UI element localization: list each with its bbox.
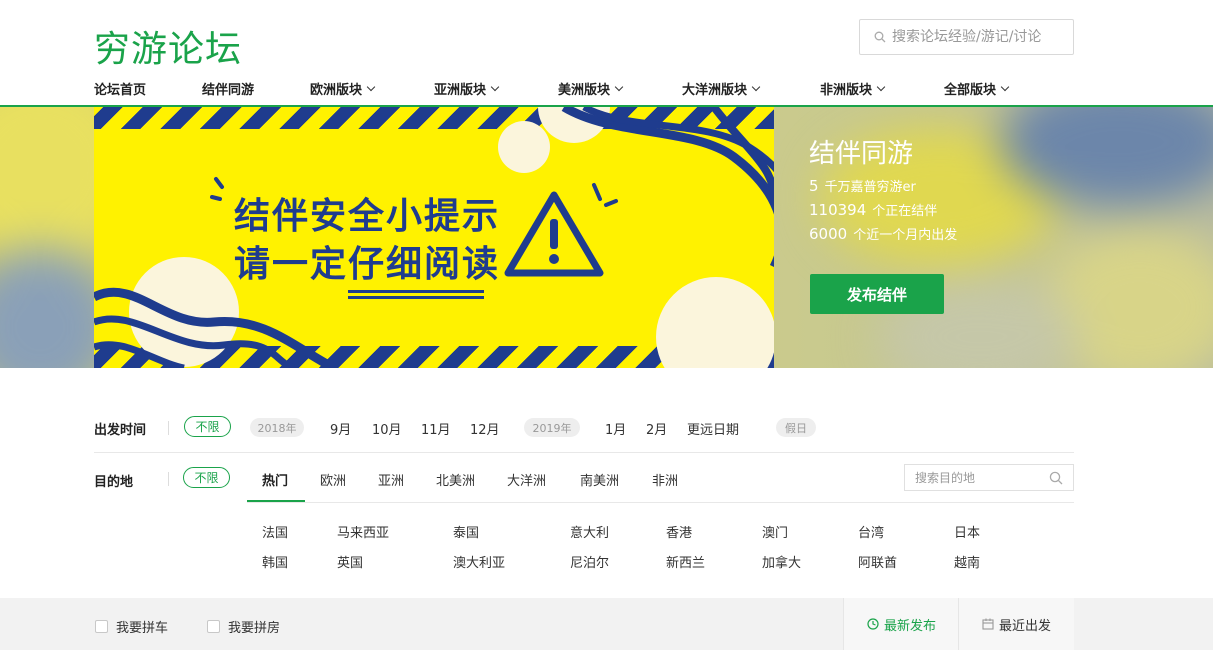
tab-south-america[interactable]: 南美洲: [580, 470, 619, 489]
poster-underline: [348, 296, 484, 299]
checkbox[interactable]: [207, 620, 220, 633]
sort-departure-label: 最近出发: [998, 618, 1051, 634]
stat-departing-month: 6000 个近一个月内出发: [809, 225, 958, 243]
tab-oceania[interactable]: 大洋洲: [507, 470, 546, 489]
search-icon[interactable]: [1049, 471, 1063, 485]
destination-label: 目的地: [94, 475, 134, 490]
forum-search[interactable]: [859, 19, 1074, 55]
carpool-label: 我要拼车: [116, 621, 169, 636]
chevron-down-icon: [1000, 82, 1010, 92]
nav-item-travel-companions[interactable]: 结伴同游: [202, 79, 254, 98]
month-option[interactable]: 9月: [330, 419, 351, 438]
destination-item[interactable]: 越南: [954, 552, 980, 571]
destination-item[interactable]: 澳大利亚: [453, 552, 505, 571]
destination-item[interactable]: 意大利: [570, 522, 609, 541]
banner-title: 结伴同游: [809, 139, 914, 169]
search-icon: [874, 31, 886, 43]
forum-search-input[interactable]: [892, 29, 1072, 45]
month-option[interactable]: 12月: [470, 419, 500, 438]
poster-line-1: 结伴安全小提示: [234, 196, 501, 237]
destination-unlimited-option[interactable]: 不限: [183, 467, 230, 488]
destination-item[interactable]: 新西兰: [666, 552, 705, 571]
divider: [168, 421, 169, 435]
poster-line-2: 请一定仔细阅读: [234, 244, 501, 285]
destination-item[interactable]: 法国: [262, 522, 288, 541]
destination-item[interactable]: 韩国: [262, 552, 288, 571]
destination-item[interactable]: 阿联酋: [858, 552, 897, 571]
chevron-down-icon: [614, 82, 624, 92]
tab-africa[interactable]: 非洲: [652, 470, 678, 489]
destination-search[interactable]: [904, 464, 1074, 491]
nav-item-asia[interactable]: 亚洲版块: [434, 79, 500, 98]
year-2019-tag: 2019年: [524, 418, 580, 437]
sort-departure-button[interactable]: 最近出发: [958, 598, 1074, 650]
publish-companion-button[interactable]: 发布结伴: [810, 274, 944, 314]
nav-item-europe[interactable]: 欧洲版块: [310, 79, 376, 98]
chevron-down-icon: [876, 82, 886, 92]
nav-item-all[interactable]: 全部版块: [944, 79, 1010, 98]
holiday-option[interactable]: 假日: [776, 418, 816, 437]
later-dates-option[interactable]: 更远日期: [687, 419, 739, 438]
destination-item[interactable]: 尼泊尔: [570, 552, 609, 571]
nav-item-africa[interactable]: 非洲版块: [820, 79, 886, 98]
month-option[interactable]: 1月: [605, 419, 626, 438]
stat-active-companions: 110394 个正在结伴: [809, 201, 938, 219]
chevron-down-icon: [366, 82, 376, 92]
tab-asia[interactable]: 亚洲: [378, 470, 404, 489]
carpool-checkbox[interactable]: 我要拼车: [95, 617, 168, 636]
destination-item[interactable]: 马来西亚: [337, 522, 389, 541]
site-logo[interactable]: 穷游论坛: [94, 20, 242, 72]
hero-banner: 结伴安全小提示 请一定仔细阅读 结伴同游 5 千万嘉普穷游er 110394 个正在…: [0, 107, 1213, 368]
divider: [247, 502, 1074, 503]
poster-heading: 结伴安全小提示 请一定仔细阅读: [234, 193, 500, 289]
month-option[interactable]: 11月: [421, 419, 451, 438]
chevron-down-icon: [490, 82, 500, 92]
tab-hot[interactable]: 热门: [262, 470, 288, 489]
safety-tips-poster[interactable]: 结伴安全小提示 请一定仔细阅读: [94, 107, 774, 368]
checkbox[interactable]: [95, 620, 108, 633]
roomshare-label: 我要拼房: [228, 621, 281, 636]
destination-item[interactable]: 泰国: [453, 522, 479, 541]
destination-search-input[interactable]: [915, 470, 1043, 485]
page: 穷游论坛 论坛首页 结伴同游 欧洲版块 亚洲版块 美洲版块 大洋洲版块 非洲版块…: [0, 0, 1213, 650]
tab-europe[interactable]: 欧洲: [320, 470, 346, 489]
calendar-icon: [982, 618, 994, 630]
sort-latest-button[interactable]: 最新发布: [843, 598, 959, 650]
destination-item[interactable]: 英国: [337, 552, 363, 571]
chevron-down-icon: [751, 82, 761, 92]
destination-item[interactable]: 澳门: [762, 522, 788, 541]
destination-item[interactable]: 日本: [954, 522, 980, 541]
roomshare-checkbox[interactable]: 我要拼房: [207, 617, 280, 636]
tab-north-america[interactable]: 北美洲: [436, 470, 475, 489]
stat-members: 5 千万嘉普穷游er: [809, 177, 916, 195]
clock-icon: [867, 618, 879, 630]
divider: [94, 452, 1074, 453]
year-2018-tag: 2018年: [250, 418, 304, 437]
month-option[interactable]: 10月: [372, 419, 402, 438]
month-option[interactable]: 2月: [646, 419, 667, 438]
sort-latest-label: 最新发布: [883, 618, 936, 634]
nav-item-home[interactable]: 论坛首页: [94, 79, 146, 98]
nav-item-oceania[interactable]: 大洋洲版块: [682, 79, 761, 98]
nav-item-americas[interactable]: 美洲版块: [558, 79, 624, 98]
destination-item[interactable]: 香港: [666, 522, 692, 541]
depart-unlimited-option[interactable]: 不限: [184, 416, 231, 437]
destination-item[interactable]: 台湾: [858, 522, 884, 541]
poster-underline: [348, 290, 484, 293]
destination-item[interactable]: 加拿大: [762, 552, 801, 571]
divider: [168, 472, 169, 486]
depart-time-label: 出发时间: [94, 423, 147, 438]
